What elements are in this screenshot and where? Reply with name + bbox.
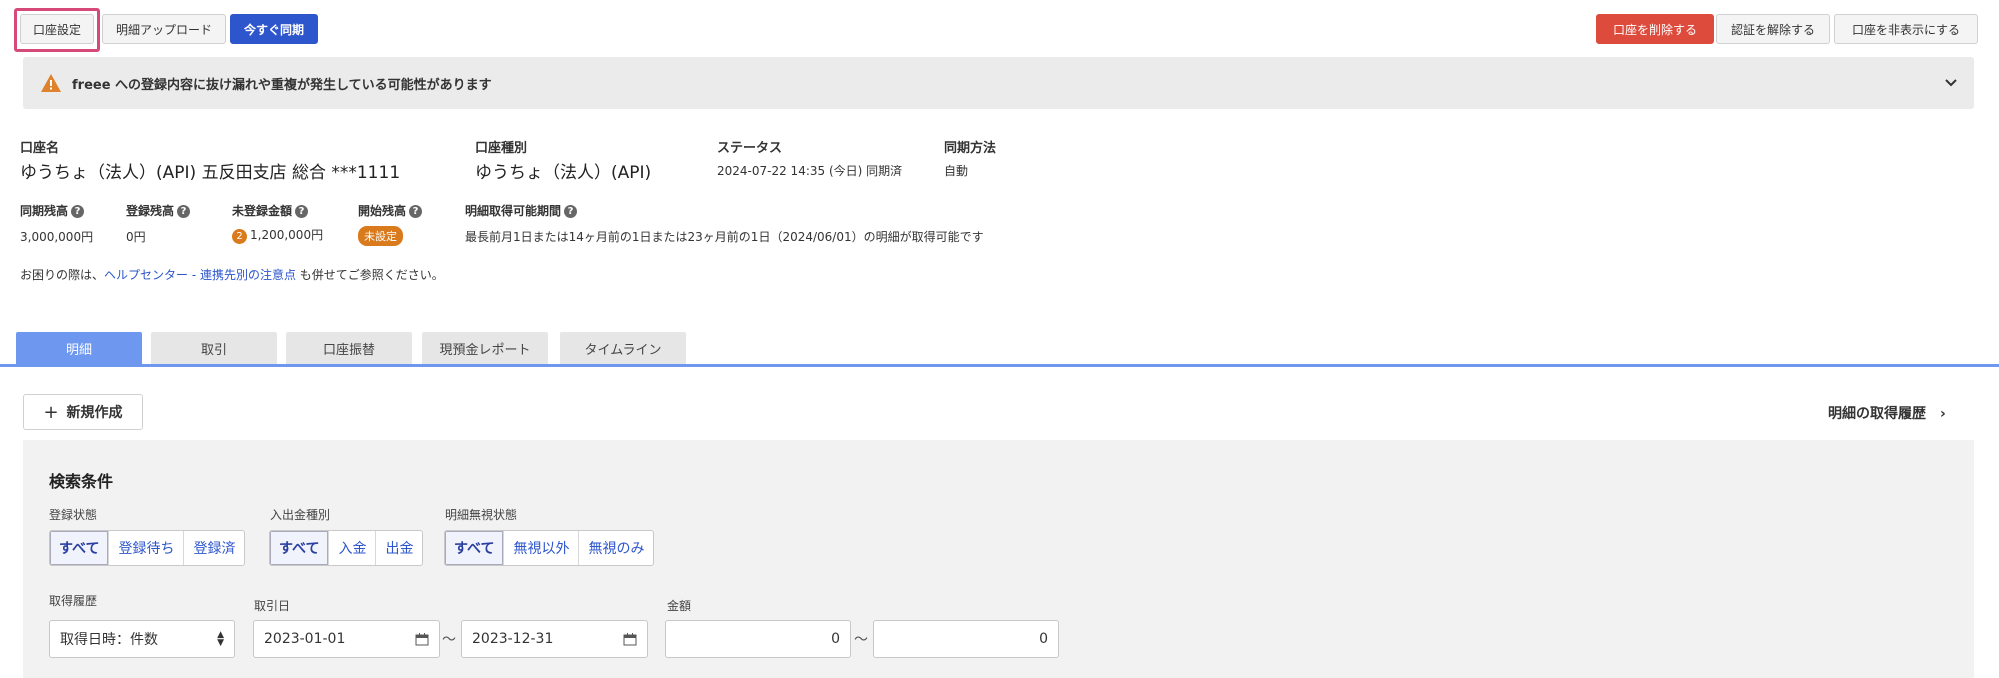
io-type-label: 入出金種別	[270, 508, 331, 522]
ignore-state-label: 明細無視状態	[445, 508, 518, 522]
account-settings-button[interactable]: 口座設定	[20, 14, 94, 44]
help-icon[interactable]: ?	[177, 205, 191, 218]
tab-transactions[interactable]: 取引	[151, 332, 277, 364]
plus-icon: +	[43, 401, 59, 423]
registered-balance-label: 登録残高?	[126, 202, 191, 219]
chevron-down-icon[interactable]	[1944, 78, 1958, 88]
fetch-history-link[interactable]: 明細の取得履歴 ›	[1828, 403, 1946, 423]
unregistered-amount-value: 2 1,200,000円	[232, 226, 323, 244]
tab-underline	[0, 364, 1999, 367]
help-icon[interactable]: ?	[71, 205, 85, 218]
warning-alert[interactable]: freee への登録内容に抜け漏れや重複が発生している可能性があります	[23, 57, 1974, 109]
tab-timeline[interactable]: タイムライン	[560, 332, 686, 364]
ignore-state-not-ignored[interactable]: 無視以外	[504, 531, 580, 565]
amount-to-input[interactable]: 0	[873, 620, 1059, 658]
help-text: お困りの際は、ヘルプセンター - 連携先別の注意点 も併せてご参照ください。	[20, 268, 444, 282]
warning-icon	[41, 74, 61, 92]
amount-from-input[interactable]: 0	[665, 620, 851, 658]
help-icon[interactable]: ?	[295, 205, 309, 218]
fetch-history-filter-label: 取得履歴	[49, 594, 98, 608]
account-name-label: 口座名	[20, 141, 60, 156]
alert-text: freee への登録内容に抜け漏れや重複が発生している可能性があります	[72, 77, 492, 93]
txn-date-label: 取引日	[254, 599, 291, 613]
tab-account-transfer[interactable]: 口座振替	[286, 332, 412, 364]
unregistered-amount-label: 未登録金額?	[232, 202, 309, 219]
new-entry-button[interactable]: + 新規作成	[23, 394, 143, 430]
select-arrows-icon: ▲ ▼	[217, 630, 224, 648]
io-type-all[interactable]: すべて	[270, 531, 330, 565]
amount-label: 金額	[667, 599, 692, 613]
search-title: 検索条件	[49, 472, 114, 491]
date-from-input[interactable]: 2023-01-01	[253, 620, 440, 658]
upload-statement-button[interactable]: 明細アップロード	[102, 14, 226, 44]
account-name-value: ゆうちょ（法人）(API) 五反田支店 総合 ***1111	[20, 163, 401, 183]
reg-state-all[interactable]: すべて	[50, 531, 110, 565]
synced-balance-label: 同期残高?	[20, 202, 85, 219]
registered-balance-value: 0円	[126, 230, 146, 244]
io-type-withdrawal[interactable]: 出金	[376, 531, 422, 565]
reg-state-segment: すべて 登録待ち 登録済	[49, 530, 246, 566]
account-type-value: ゆうちょ（法人）(API)	[475, 163, 652, 183]
ignore-state-all[interactable]: すべて	[445, 531, 505, 565]
fetch-history-select[interactable]: 取得日時：件数 ▲ ▼	[49, 620, 235, 658]
ignore-state-ignored-only[interactable]: 無視のみ	[579, 531, 653, 565]
amount-range-separator: 〜	[854, 632, 868, 648]
opening-balance-label: 開始残高?	[358, 202, 423, 219]
tab-cash-report[interactable]: 現預金レポート	[422, 332, 548, 364]
period-label: 明細取得可能期間?	[465, 202, 578, 219]
help-center-link[interactable]: ヘルプセンター - 連携先別の注意点	[104, 268, 296, 282]
date-to-input[interactable]: 2023-12-31	[461, 620, 648, 658]
tab-statements[interactable]: 明細	[16, 332, 142, 364]
sync-method-label: 同期方法	[944, 141, 997, 156]
sync-now-button[interactable]: 今すぐ同期	[230, 14, 318, 44]
synced-balance-value: 3,000,000円	[20, 230, 94, 244]
io-type-deposit[interactable]: 入金	[329, 531, 377, 565]
delete-account-button[interactable]: 口座を削除する	[1596, 14, 1714, 44]
opening-balance-badge[interactable]: 未設定	[358, 226, 403, 246]
ignore-state-segment: すべて 無視以外 無視のみ	[444, 530, 655, 566]
help-icon[interactable]: ?	[409, 205, 423, 218]
reg-state-pending[interactable]: 登録待ち	[109, 531, 185, 565]
date-range-separator: 〜	[442, 632, 456, 648]
calendar-icon[interactable]	[415, 632, 429, 646]
io-type-segment: すべて 入金 出金	[269, 530, 424, 566]
period-value: 最長前月1日または14ヶ月前の1日または23ヶ月前の1日（2024/06/01）…	[465, 230, 984, 244]
account-type-label: 口座種別	[475, 141, 528, 156]
sync-method-value: 自動	[944, 164, 969, 178]
status-label: ステータス	[717, 141, 783, 156]
chevron-right-icon: ›	[1940, 406, 1946, 422]
reg-state-registered[interactable]: 登録済	[184, 531, 244, 565]
unregistered-count-badge[interactable]: 2	[232, 229, 247, 244]
reg-state-label: 登録状態	[49, 508, 98, 522]
hide-account-button[interactable]: 口座を非表示にする	[1834, 14, 1978, 44]
revoke-auth-button[interactable]: 認証を解除する	[1716, 14, 1830, 44]
help-icon[interactable]: ?	[564, 205, 578, 218]
status-value: 2024-07-22 14:35 (今日) 同期済	[717, 164, 903, 178]
calendar-icon[interactable]	[623, 632, 637, 646]
